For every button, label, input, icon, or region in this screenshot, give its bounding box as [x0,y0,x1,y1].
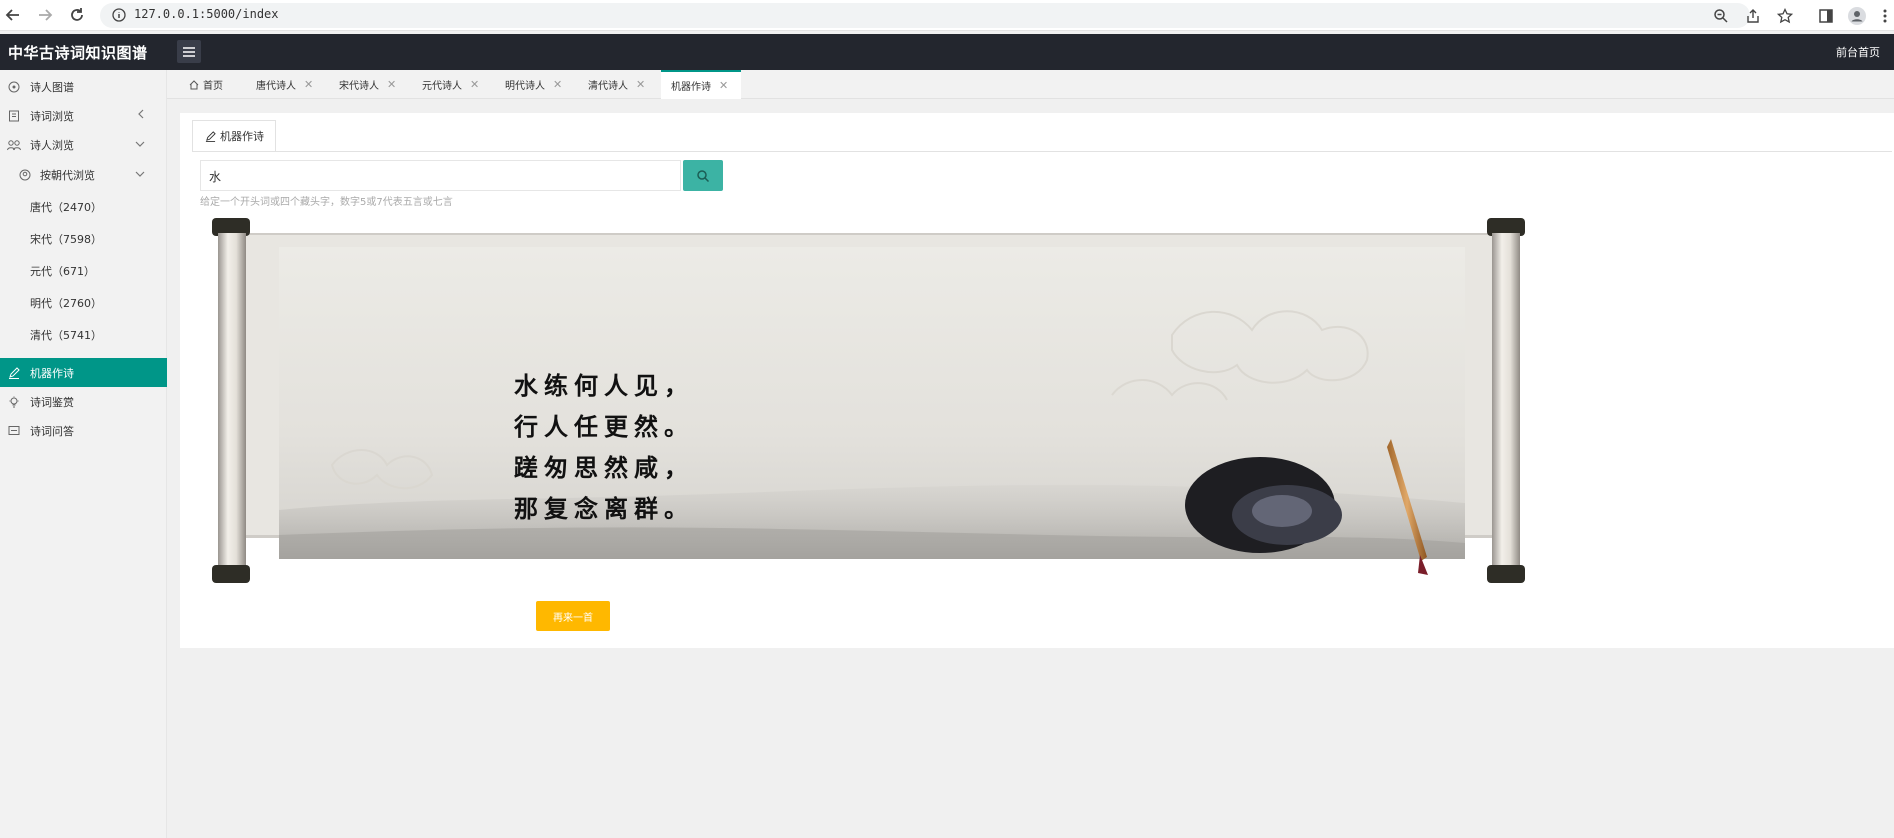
forward-icon[interactable] [34,4,56,26]
search-button[interactable] [683,160,723,191]
tab-label: 机器作诗 [671,82,711,93]
chevron-left-icon [137,109,145,122]
url-text[interactable]: 127.0.0.1:5000/index [134,7,279,21]
sidebar-item-qa[interactable]: 诗词问答 [0,416,167,445]
chevron-down-icon [135,168,145,181]
sidebar: 诗人图谱 诗词浏览 诗人浏览 按朝代浏览 唐代（2470） 宋代（7598） 元… [0,70,167,838]
profile-avatar-icon[interactable] [1846,5,1868,27]
generate-again-button[interactable]: 再来一首 [536,601,610,631]
menu-kebab-icon[interactable] [1878,5,1892,27]
close-icon[interactable]: ✕ [387,78,396,91]
sidebar-item-label: 诗词浏览 [30,109,74,123]
sidebar-item-label: 机器作诗 [30,366,74,380]
poem-line: 水练何人见， [514,371,694,400]
user-circle-icon [18,168,32,182]
tab-label: 首页 [203,81,223,92]
poem-line: 行人任更然。 [514,412,694,441]
sidebar-item-machine-poem[interactable]: 机器作诗 [0,358,167,387]
site-info-icon[interactable] [110,6,128,24]
back-icon[interactable] [2,4,24,26]
generated-poem: 水练何人见， 行人任更然。 蹉匆思然咸， 那复念离群。 [514,365,694,529]
share-icon[interactable] [1742,5,1764,27]
sidebar-item-label: 诗人图谱 [30,80,74,94]
menu-toggle-icon[interactable] [177,40,201,63]
graph-icon [7,80,21,94]
sidebar-item-appreciation[interactable]: 诗词鉴赏 [0,387,167,416]
tab-home[interactable]: 首页 [179,70,225,99]
tab-song-poets[interactable]: 宋代诗人 ✕ [329,70,409,99]
tab-label: 明代诗人 [505,81,545,92]
sidebar-item-label: 唐代（2470） [30,200,102,214]
close-icon[interactable]: ✕ [636,78,645,91]
tab-label: 唐代诗人 [256,81,296,92]
sidebar-item-label: 按朝代浏览 [40,168,95,182]
sidebar-item-label: 明代（2760） [30,296,102,310]
content-card: 机器作诗 水 给定一个开头词或四个藏头字，数字5或7代表五言或七言 水练何人见，… [180,113,1894,648]
group-icon [7,138,21,152]
sidebar-item-qing[interactable]: 清代（5741） [0,320,167,349]
close-icon[interactable]: ✕ [553,78,562,91]
front-home-link[interactable]: 前台首页 [1836,44,1880,60]
lightbulb-icon [7,395,21,409]
inner-tab-machine-poem[interactable]: 机器作诗 [192,120,276,152]
brand-title: 中华古诗词知识图谱 [8,44,148,62]
sidebar-item-label: 诗词问答 [30,424,74,438]
sidebar-item-label: 诗人浏览 [30,138,74,152]
poem-scroll: 水练何人见， 行人任更然。 蹉匆思然咸， 那复念离群。 [212,215,1525,596]
sidebar-item-poem-browse[interactable]: 诗词浏览 [0,101,167,130]
edit-icon [7,366,21,380]
sidebar-item-ming[interactable]: 明代（2760） [0,288,167,317]
bookmark-star-icon[interactable] [1774,5,1796,27]
tab-ming-poets[interactable]: 明代诗人 ✕ [495,70,575,99]
tab-label: 元代诗人 [422,81,462,92]
sidebar-item-label: 诗词鉴赏 [30,395,74,409]
poem-line: 蹉匆思然咸， [514,453,694,482]
tab-tang-poets[interactable]: 唐代诗人 ✕ [246,70,326,99]
inner-tab-label: 机器作诗 [220,130,264,143]
tab-divider [192,151,1892,152]
tab-label: 宋代诗人 [339,81,379,92]
scroll-image [212,218,1525,583]
edit-icon [205,130,216,142]
poem-line: 那复念离群。 [514,494,694,523]
sidebar-item-song[interactable]: 宋代（7598） [0,224,167,253]
chat-icon [7,424,21,438]
close-icon[interactable]: ✕ [719,79,728,92]
browser-toolbar: 127.0.0.1:5000/index [0,0,1894,31]
tab-yuan-poets[interactable]: 元代诗人 ✕ [412,70,492,99]
search-icon [696,169,710,183]
sidebar-item-label: 清代（5741） [30,328,102,342]
app-header: 中华古诗词知识图谱 前台首页 [0,34,1894,70]
sidebar-item-label: 宋代（7598） [30,232,102,246]
tab-machine-poem[interactable]: 机器作诗 ✕ [661,70,741,99]
tab-label: 清代诗人 [588,81,628,92]
address-bar[interactable]: 127.0.0.1:5000/index [100,3,1750,28]
book-icon [7,109,21,123]
sidebar-item-yuan[interactable]: 元代（671） [0,256,167,285]
reload-icon[interactable] [66,4,88,26]
zoom-icon[interactable] [1710,5,1732,27]
sidebar-item-by-dynasty[interactable]: 按朝代浏览 [0,160,167,189]
chevron-down-icon [135,138,145,151]
sidebar-item-poet-graph[interactable]: 诗人图谱 [0,72,167,101]
tab-qing-poets[interactable]: 清代诗人 ✕ [578,70,658,99]
close-icon[interactable]: ✕ [304,78,313,91]
input-hint: 给定一个开头词或四个藏头字，数字5或7代表五言或七言 [200,197,453,208]
tabs-bar: 首页 唐代诗人 ✕ 宋代诗人 ✕ 元代诗人 ✕ 明代诗人 ✕ 清代诗人 ✕ 机器… [167,70,1894,99]
side-panel-icon[interactable] [1815,5,1837,27]
sidebar-item-label: 元代（671） [30,264,95,278]
close-icon[interactable]: ✕ [470,78,479,91]
poem-keyword-input[interactable]: 水 [200,160,681,191]
sidebar-item-tang[interactable]: 唐代（2470） [0,192,167,221]
home-icon [189,79,199,90]
sidebar-item-poet-browse[interactable]: 诗人浏览 [0,130,167,159]
